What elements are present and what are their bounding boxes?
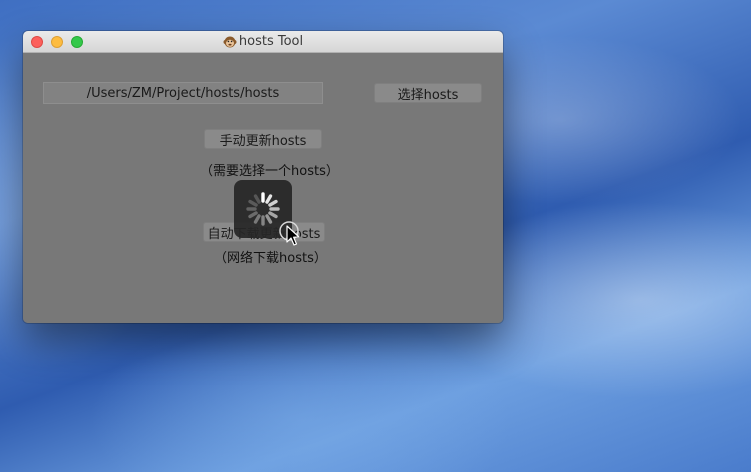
manual-update-button[interactable]: 手动更新hosts xyxy=(204,129,322,149)
window-title: hosts Tool xyxy=(238,34,304,49)
title-bar[interactable]: hosts Tool xyxy=(23,31,503,53)
app-window: hosts Tool /Users/ZM/Project/hosts/hosts… xyxy=(23,31,503,323)
manual-update-note: （需要选择一个hosts） xyxy=(200,164,339,179)
desktop-background: hosts Tool /Users/ZM/Project/hosts/hosts… xyxy=(0,0,751,472)
hosts-path-field[interactable]: /Users/ZM/Project/hosts/hosts xyxy=(43,82,323,104)
choose-hosts-button[interactable]: 选择hosts xyxy=(374,83,482,103)
window-content: /Users/ZM/Project/hosts/hosts 选择hosts 手动… xyxy=(23,53,503,323)
monkey-face-icon xyxy=(223,36,237,47)
window-title-wrap: hosts Tool xyxy=(23,31,503,52)
arrow-pointer-icon xyxy=(279,221,300,246)
auto-update-note: （网络下载hosts） xyxy=(214,251,327,266)
